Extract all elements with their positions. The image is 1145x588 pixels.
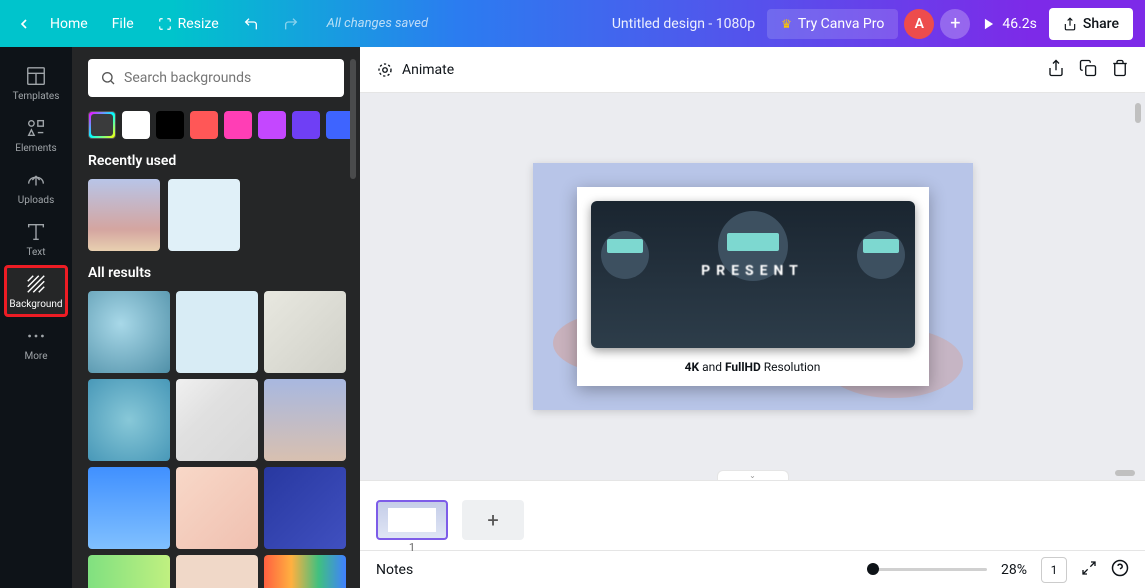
bottom-bar: Notes 28% 1: [360, 550, 1145, 588]
bg-thumb[interactable]: [176, 291, 258, 373]
background-icon: [25, 273, 47, 295]
upload-icon: [1063, 17, 1077, 31]
back-button[interactable]: [12, 12, 36, 36]
search-input[interactable]: [124, 70, 332, 86]
video-preview-card[interactable]: PRESENT 4K and FullHD Resolution: [577, 187, 929, 386]
fullscreen-icon: [1081, 560, 1097, 576]
duplicate-page-button[interactable]: [1079, 59, 1097, 81]
search-container: [88, 59, 344, 97]
export-page-button[interactable]: [1047, 59, 1065, 81]
crown-icon: ♛: [781, 17, 792, 31]
tab-text[interactable]: Text: [4, 213, 68, 265]
more-icon: [25, 325, 47, 347]
bg-thumb[interactable]: [88, 467, 170, 549]
bg-thumb[interactable]: [176, 555, 258, 588]
bg-thumb[interactable]: [168, 179, 240, 251]
vertical-scrollbar[interactable]: [1135, 103, 1141, 123]
search-icon: [100, 70, 116, 86]
tab-elements[interactable]: Elements: [4, 109, 68, 161]
trash-icon: [1111, 59, 1129, 77]
color-swatch[interactable]: [190, 111, 218, 139]
canvas-frame[interactable]: PRESENT 4K and FullHD Resolution: [533, 163, 973, 410]
play-icon: [982, 17, 996, 31]
canvas-toolbar: Animate: [360, 47, 1145, 93]
animate-icon: [376, 61, 394, 79]
resize-icon: [158, 17, 172, 31]
tab-uploads[interactable]: Uploads: [4, 161, 68, 213]
animate-button[interactable]: Animate: [376, 61, 454, 79]
bg-thumb[interactable]: [88, 379, 170, 461]
bg-thumb[interactable]: [264, 467, 346, 549]
canvas-area: Animate: [360, 47, 1145, 588]
color-swatch[interactable]: [156, 111, 184, 139]
tab-background[interactable]: Background: [4, 265, 68, 317]
bg-thumb[interactable]: [88, 179, 160, 251]
delete-page-button[interactable]: [1111, 59, 1129, 81]
bg-thumb[interactable]: [88, 291, 170, 373]
zoom-slider[interactable]: [867, 568, 987, 571]
elements-icon: [25, 117, 47, 139]
help-icon: [1111, 559, 1129, 577]
top-bar: Home File Resize All changes saved Untit…: [0, 0, 1145, 47]
present-text: PRESENT: [591, 263, 915, 279]
zoom-value: 28%: [1001, 562, 1027, 578]
video-thumbnail: PRESENT: [591, 201, 915, 348]
add-page-button[interactable]: +: [462, 500, 524, 540]
home-button[interactable]: Home: [40, 10, 98, 38]
bg-thumb[interactable]: [176, 379, 258, 461]
color-swatch[interactable]: [258, 111, 286, 139]
templates-icon: [25, 65, 47, 87]
document-title[interactable]: Untitled design - 1080p: [612, 16, 755, 32]
palette-icon: [89, 112, 115, 138]
share-button[interactable]: Share: [1049, 8, 1133, 40]
resize-button[interactable]: Resize: [148, 10, 229, 38]
bg-thumb[interactable]: [264, 379, 346, 461]
uploads-icon: [25, 169, 47, 191]
file-menu[interactable]: File: [102, 10, 144, 38]
redo-icon: [283, 16, 299, 32]
color-swatch[interactable]: [122, 111, 150, 139]
collapse-timeline-button[interactable]: ⌄: [717, 470, 789, 480]
horizontal-scrollbar[interactable]: [1115, 470, 1135, 476]
page-count-button[interactable]: 1: [1041, 557, 1067, 583]
video-caption: 4K and FullHD Resolution: [577, 352, 929, 386]
section-title-all: All results: [88, 265, 344, 281]
bg-thumb[interactable]: [264, 555, 346, 588]
add-collaborator-button[interactable]: +: [940, 9, 970, 39]
panel-scrollbar[interactable]: [350, 59, 356, 519]
bg-thumb[interactable]: [264, 291, 346, 373]
help-button[interactable]: [1111, 559, 1129, 581]
timeline: 1 +: [360, 480, 1145, 550]
undo-button[interactable]: [233, 10, 269, 38]
color-picker-button[interactable]: [88, 111, 116, 139]
bg-thumb[interactable]: [88, 555, 170, 588]
bg-thumb[interactable]: [176, 467, 258, 549]
tab-more[interactable]: More: [4, 317, 68, 369]
page-number: 1: [409, 541, 415, 554]
copy-icon: [1079, 59, 1097, 77]
export-icon: [1047, 59, 1065, 77]
page-thumbnail[interactable]: 1: [376, 500, 448, 540]
redo-button[interactable]: [273, 10, 309, 38]
tab-templates[interactable]: Templates: [4, 57, 68, 109]
save-status: All changes saved: [327, 16, 428, 31]
left-nav: Templates Elements Uploads Text Backgrou…: [0, 47, 72, 588]
try-pro-button[interactable]: ♛ Try Canva Pro: [767, 9, 898, 39]
color-swatch[interactable]: [224, 111, 252, 139]
duration-display[interactable]: 46.2s: [982, 16, 1037, 32]
color-row: [88, 111, 344, 139]
side-panel: Recently used All results ◂: [72, 47, 360, 588]
fullscreen-button[interactable]: [1081, 560, 1097, 580]
section-title-recent: Recently used: [88, 153, 344, 169]
text-icon: [25, 221, 47, 243]
undo-icon: [243, 16, 259, 32]
canvas-viewport[interactable]: PRESENT 4K and FullHD Resolution ⌄: [360, 93, 1145, 480]
color-swatch[interactable]: [292, 111, 320, 139]
notes-button[interactable]: Notes: [376, 562, 413, 578]
user-avatar[interactable]: A: [904, 9, 934, 39]
chevron-left-icon: [16, 16, 32, 32]
